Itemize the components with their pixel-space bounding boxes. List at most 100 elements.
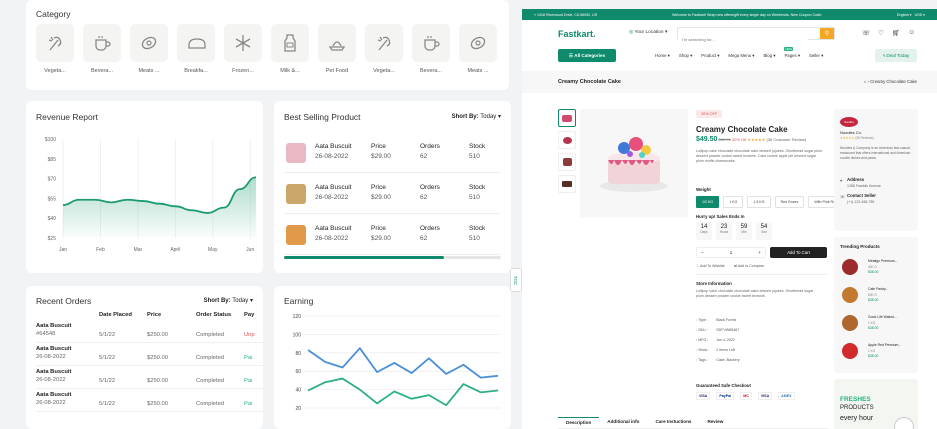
trending-item[interactable]: Good Life Walnut... 1 KG $38.00 <box>840 311 914 335</box>
trending-item[interactable]: Apple Red Premium... 1 KG $38.00 <box>840 339 914 363</box>
category-item[interactable]: Vegeta... <box>36 24 74 74</box>
weight-option[interactable]: 1.5 KG <box>747 196 771 208</box>
category-item[interactable]: Pet Food <box>318 24 356 74</box>
order-product-name: Aata Buscuit <box>36 369 72 375</box>
category-tile[interactable] <box>271 24 309 62</box>
order-id: 26-08-2022 <box>36 377 66 383</box>
reviews-count[interactable]: (36 Customer Review) <box>766 137 806 142</box>
trending-item[interactable]: Cafe Pastry... 500 G $38.00 <box>840 283 914 307</box>
y-tick-label: $100 <box>45 137 56 143</box>
seller-reviews: (36 Reviews) <box>855 136 874 140</box>
category-label: Vegeta... <box>44 68 66 74</box>
nav-item-home[interactable]: Home ▾ <box>655 53 670 59</box>
weight-option[interactable]: 1 KG <box>723 196 744 208</box>
table-row[interactable]: Aata Buscuit 26-08-2022 5/1/22 $250.00 Compl… <box>36 367 263 389</box>
category-item[interactable]: Meats ... <box>459 24 497 74</box>
phone-icon[interactable]: ☏ <box>862 29 870 37</box>
order-product-cell: Aata Buscuit 26-08-2022 <box>36 369 71 383</box>
currency-select[interactable]: USD <box>915 13 923 17</box>
spec-key: SKU : <box>698 328 708 332</box>
thumbnail[interactable] <box>558 131 576 149</box>
nav-item-blog[interactable]: Blog ▾ <box>763 53 775 59</box>
category-tile[interactable] <box>224 24 262 62</box>
trending-item[interactable]: Meatigo Premium... 400 G $38.00 <box>840 255 914 279</box>
deal-label: Deal Today <box>886 53 910 58</box>
search-button[interactable]: ⚲ <box>820 28 834 39</box>
category-tile[interactable] <box>459 24 497 62</box>
category-item[interactable]: Meats ... <box>130 24 168 74</box>
all-categories-button[interactable]: ☰ All Categories <box>558 49 616 62</box>
nav-item-product[interactable]: Product ▾ <box>701 53 719 59</box>
product-name: Aata Buscuit <box>315 143 352 150</box>
table-row[interactable]: Aata Buscuit 26-08-2022 Price $29.00 Orders 6… <box>284 215 501 255</box>
nav-item-pages[interactable]: Pages ▾ NEW <box>784 47 800 59</box>
category-item[interactable]: Bevera... <box>83 24 121 74</box>
product-name: Aata Buscuit <box>315 184 352 191</box>
column-header: Price <box>371 143 386 150</box>
table-row[interactable]: Aata Buscuit #64548 5/1/22 $250.00 Completed… <box>36 321 263 343</box>
recent-orders-title: Recent Orders <box>36 296 92 306</box>
heart-icon[interactable]: ♡ <box>878 29 884 37</box>
category-item[interactable]: Vegeta... <box>365 24 403 74</box>
home-icon[interactable]: ⌂ <box>864 79 867 84</box>
search-input[interactable] <box>678 34 808 45</box>
category-tile[interactable] <box>412 24 450 62</box>
plus-button[interactable]: + <box>758 250 761 255</box>
table-row[interactable]: Aata Buscuit 26-08-2022 5/1/22 $250.00 Compl… <box>36 390 263 412</box>
toc-tab[interactable]: TOC <box>510 268 522 292</box>
promo-banner[interactable]: FRESHES PRODUCTS every hour <box>834 379 918 429</box>
earning-card: Earning 120 100 80 60 40 20 <box>274 286 511 429</box>
weight-option[interactable]: 1/2 KG <box>696 196 720 208</box>
star-icons: ★★★★★ <box>840 136 855 140</box>
deal-today-button[interactable]: ϟ Deal Today <box>875 49 917 62</box>
location-selector[interactable]: ◎ Your Location ▾ <box>629 30 667 35</box>
user-icon[interactable]: ☺ <box>908 29 915 37</box>
main-product-image[interactable] <box>580 109 688 217</box>
category-item[interactable]: Bevera... <box>412 24 450 74</box>
category-title: Category <box>36 9 71 19</box>
category-tile[interactable] <box>177 24 215 62</box>
category-item[interactable]: Breakfa... <box>177 24 215 74</box>
spec-value: Jun 4, 2022 <box>716 338 736 342</box>
thumbnail[interactable] <box>558 109 576 127</box>
category-item[interactable]: Frozen... <box>224 24 262 74</box>
date-value: 5/1/22 <box>99 378 116 384</box>
chevron-down-icon: ▾ <box>666 53 670 58</box>
y-tick-label: 60 <box>295 369 301 375</box>
category-tile[interactable] <box>36 24 74 62</box>
weight-option[interactable]: Red Roses <box>774 196 805 208</box>
table-row[interactable]: Aata Buscuit 26-08-2022 Price $29.00 Orders 6… <box>284 174 501 214</box>
category-tile[interactable] <box>365 24 403 62</box>
table-row[interactable]: Aata Buscuit 26-08-2022 5/1/22 $250.00 Compl… <box>36 344 263 366</box>
category-tile[interactable] <box>83 24 121 62</box>
recent-orders-sort[interactable]: Short By: Today ▾ <box>204 297 253 304</box>
category-tile[interactable] <box>130 24 168 62</box>
category-item[interactable]: Milk &... <box>271 24 309 74</box>
x-tick-label: Jun <box>246 247 254 253</box>
quantity-value[interactable]: 1 <box>730 250 733 255</box>
compare-link[interactable]: ⇄ Add to Compare <box>734 264 764 268</box>
best-selling-sort[interactable]: Short By: Today ▾ <box>452 113 501 120</box>
cart-icon[interactable]: 🛒︎ <box>892 29 900 37</box>
add-to-cart-button[interactable]: Add To Cart <box>770 247 827 258</box>
nav-item-shop[interactable]: Shop ▾ <box>679 53 692 59</box>
scrollbar-thumb[interactable] <box>284 256 444 259</box>
table-row[interactable]: Aata Buscuit 26-08-2022 Price $29.00 Orders 6… <box>284 133 501 173</box>
topbar-selectors[interactable]: English ▾ USD ▾ <box>897 13 925 17</box>
stock-value: 510 <box>469 153 480 160</box>
minus-button[interactable]: − <box>701 250 704 255</box>
order-product-cell: Aata Buscuit 26-08-2022 <box>36 346 71 360</box>
nav-item-seller[interactable]: Seller ▾ <box>809 53 823 59</box>
wishlist-link[interactable]: ♡ Add To Wishlist <box>696 264 725 268</box>
thumbnail[interactable] <box>558 153 576 171</box>
language-select[interactable]: English <box>897 13 909 17</box>
vegetable-icon <box>48 36 62 51</box>
cake-image <box>600 137 668 192</box>
category-tile[interactable] <box>318 24 356 62</box>
logo[interactable]: Fastkart. <box>558 29 596 39</box>
scrollbar[interactable] <box>284 256 501 259</box>
nav-item-mega-menu[interactable]: Mega Menu ▾ <box>728 53 754 59</box>
thumbnail[interactable] <box>558 175 576 193</box>
